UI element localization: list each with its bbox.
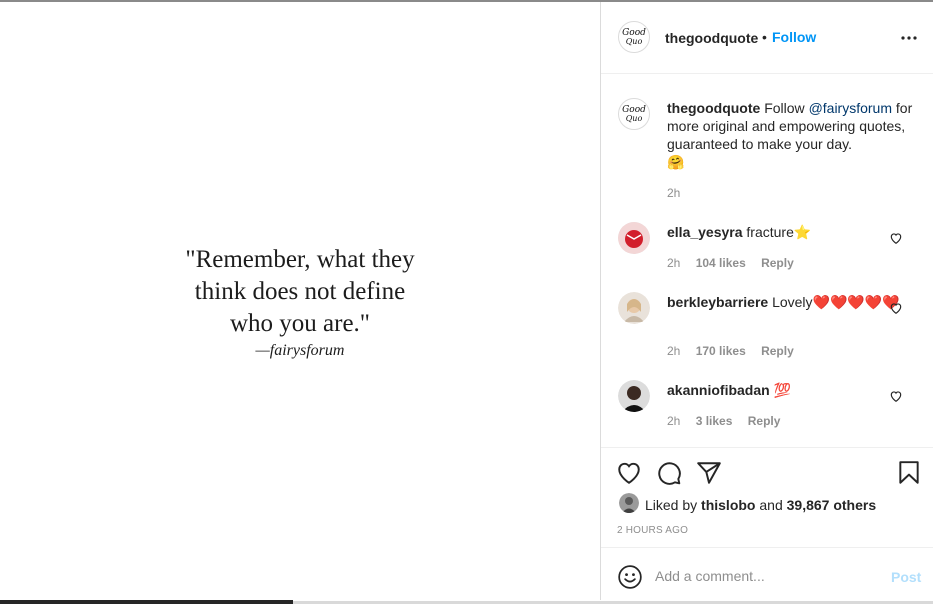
quote-line-2: think does not define <box>194 278 406 305</box>
caption-avatar[interactable]: Good Quo <box>618 98 650 130</box>
comment-meta: 2h 104 likes Reply <box>667 256 806 270</box>
comment-likes[interactable]: 104 likes <box>696 256 746 270</box>
comment-username[interactable]: ella_yesyra <box>667 224 743 240</box>
brand-logo-icon: Good Quo <box>622 105 646 123</box>
comment-meta: 2h 3 likes Reply <box>667 414 792 428</box>
comment-heart-icon[interactable] <box>889 231 903 245</box>
liked-by-user[interactable]: thislobo <box>701 497 755 513</box>
comment-text: ella_yesyra fracture⭐ <box>667 223 917 241</box>
more-options-icon[interactable] <box>897 26 921 50</box>
post-side-panel: Good Quo thegoodquote • Follow Good Quo … <box>600 2 933 600</box>
comment-input[interactable] <box>655 562 875 590</box>
taskbar-edge <box>0 600 293 604</box>
quote-line-1: "Remember, what they <box>185 246 415 273</box>
commenter-avatar[interactable] <box>618 222 650 254</box>
header-username[interactable]: thegoodquote <box>665 30 758 46</box>
post-header: Good Quo thegoodquote • Follow <box>601 2 933 74</box>
post-button[interactable]: Post <box>891 569 921 585</box>
emoji-icon[interactable] <box>617 564 643 590</box>
caption-body-start: Follow <box>764 100 805 116</box>
commenter-avatar[interactable] <box>618 292 650 324</box>
comment-text: akanniofibadan 💯 <box>667 381 917 399</box>
commenter-avatar[interactable] <box>618 380 650 412</box>
avatar-photo-icon <box>619 493 639 513</box>
caption-text: thegoodquote Follow @fairysforum for mor… <box>667 99 917 171</box>
comment-text: berkleybarriere Lovely❤️❤️❤️❤️❤️ <box>667 293 917 311</box>
comment-heart-icon[interactable] <box>889 301 903 315</box>
likes-conjunction: and <box>759 497 783 513</box>
header-separator: • <box>762 29 767 45</box>
reply-button[interactable]: Reply <box>761 344 794 358</box>
comment-body: fracture <box>746 224 794 240</box>
avatar-photo-icon <box>618 380 650 412</box>
post-timestamp[interactable]: 2 hours ago <box>617 525 688 536</box>
caption-time[interactable]: 2h <box>667 186 680 200</box>
svg-text:Quo: Quo <box>626 114 643 123</box>
comments-list[interactable]: Good Quo thegoodquote Follow @fairysforu… <box>601 75 933 447</box>
profile-avatar[interactable]: Good Quo <box>618 21 650 53</box>
comment-emoji: 💯 <box>773 382 792 398</box>
post-actions: Liked by thislobo and 39,867 others 2 ho… <box>601 447 933 547</box>
share-icon[interactable] <box>696 460 722 486</box>
caption-mention[interactable]: @fairysforum <box>809 100 892 116</box>
comment-emoji: ⭐ <box>793 224 812 240</box>
comment-likes[interactable]: 3 likes <box>696 414 733 428</box>
comment-time[interactable]: 2h <box>667 256 680 270</box>
comment-body: Lovely <box>772 294 813 310</box>
likes-prefix: Liked by <box>645 497 698 513</box>
bookmark-icon[interactable] <box>896 460 922 486</box>
likes-summary: Liked by thislobo and 39,867 others <box>645 497 876 513</box>
comment-emoji: ❤️❤️❤️❤️❤️ <box>812 294 900 310</box>
comment-composer: Post <box>601 547 933 600</box>
brand-logo-icon: Good Quo <box>622 28 646 46</box>
follow-button[interactable]: Follow <box>772 29 816 45</box>
comment-icon[interactable] <box>656 460 682 486</box>
quote-line-3: who you are." <box>229 310 371 337</box>
post-image[interactable]: "Remember, what they think does not defi… <box>0 2 600 600</box>
caption-username[interactable]: thegoodquote <box>667 100 760 116</box>
avatar-photo-icon <box>618 292 650 324</box>
likes-others-link[interactable]: 39,867 others <box>787 497 877 513</box>
avatar-photo-icon <box>618 222 650 254</box>
comment-time[interactable]: 2h <box>667 414 680 428</box>
comment-time[interactable]: 2h <box>667 344 680 358</box>
caption-meta: 2h <box>667 186 692 200</box>
comment-likes[interactable]: 170 likes <box>696 344 746 358</box>
liked-by-avatar[interactable] <box>619 493 639 513</box>
comment-username[interactable]: akanniofibadan <box>667 382 770 398</box>
reply-button[interactable]: Reply <box>761 256 794 270</box>
reply-button[interactable]: Reply <box>748 414 781 428</box>
comment-heart-icon[interactable] <box>889 389 903 403</box>
quote-attribution: —fairysforum <box>255 342 345 359</box>
comment-meta: 2h 170 likes Reply <box>667 344 806 358</box>
comment-username[interactable]: berkleybarriere <box>667 294 768 310</box>
svg-text:Quo: Quo <box>626 37 643 46</box>
caption-emoji: 🤗 <box>667 154 685 170</box>
heart-icon[interactable] <box>616 460 642 486</box>
